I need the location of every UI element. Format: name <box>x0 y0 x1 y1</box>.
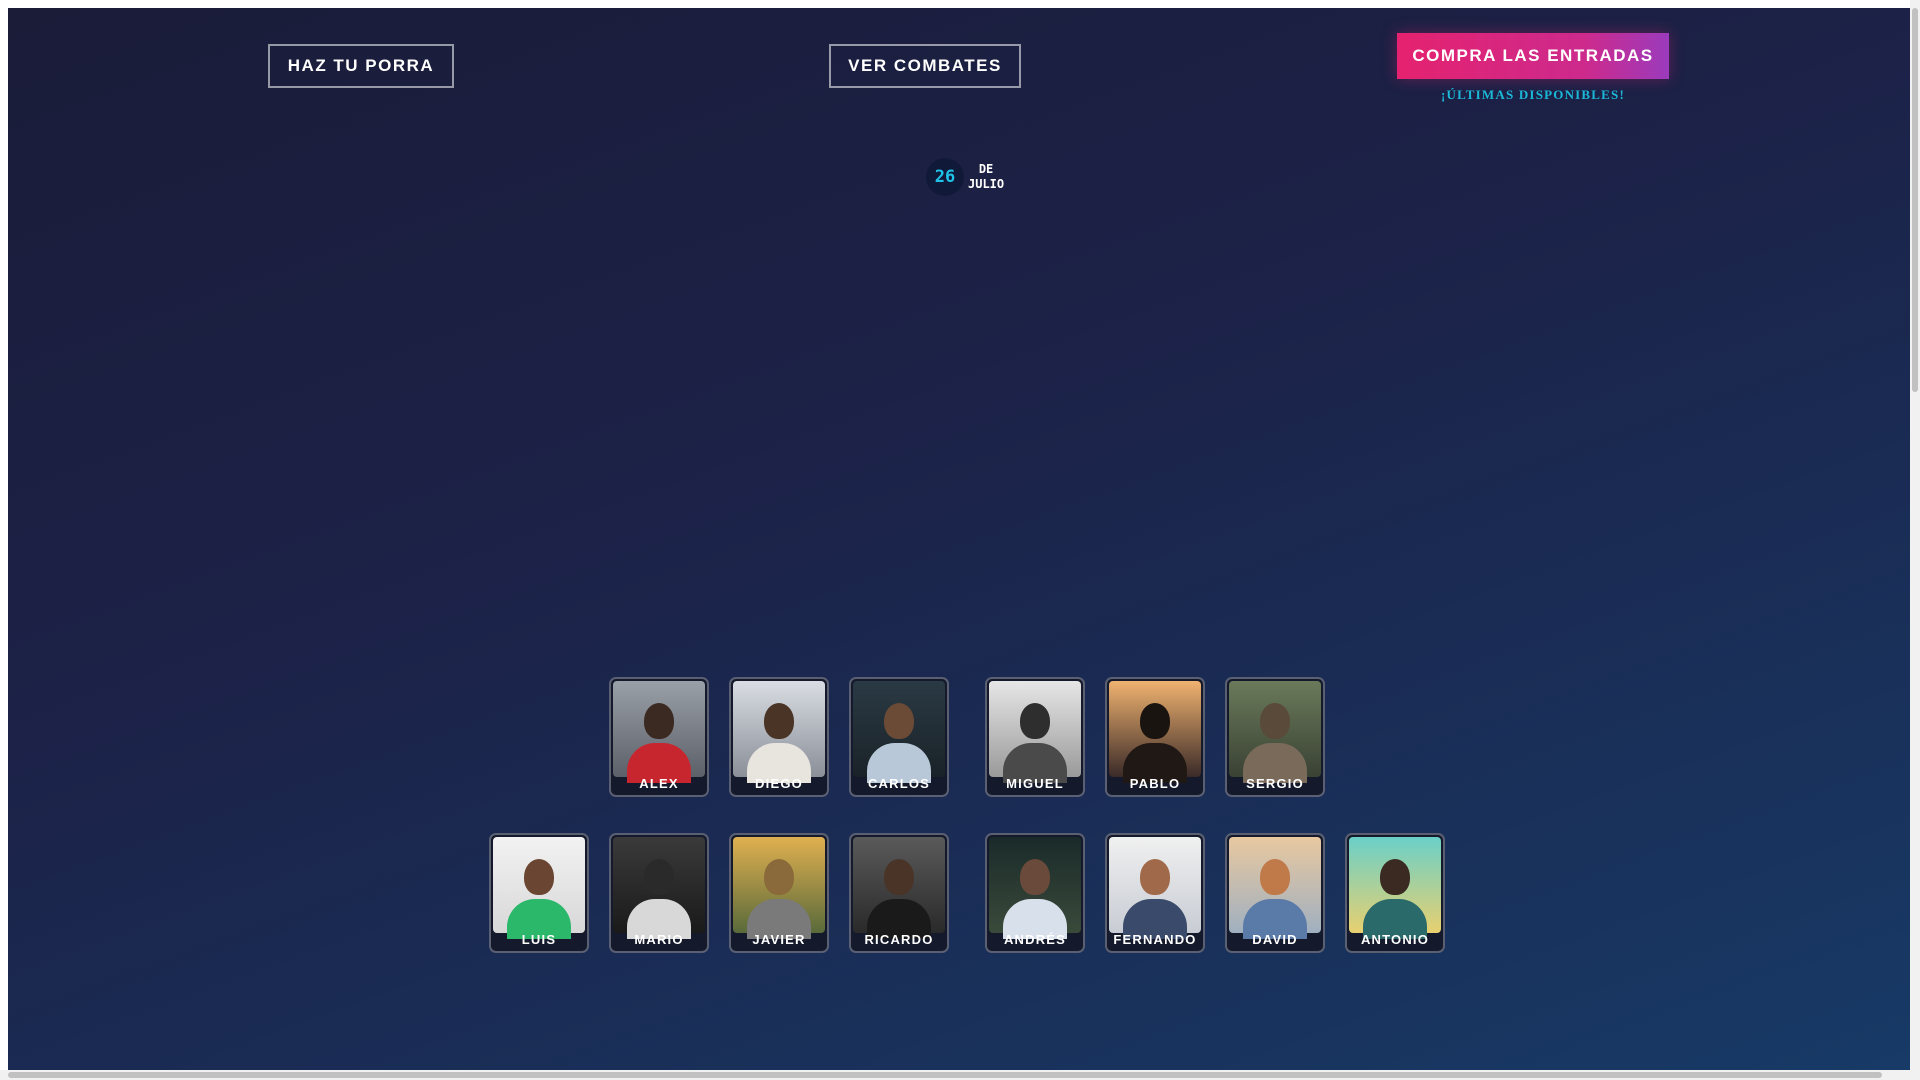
fighter-card[interactable]: ANDRÉS <box>985 833 1085 953</box>
hero-section: HAZ TU PORRA VER COMBATES COMPRA LAS ENT… <box>8 8 1910 1070</box>
fighter-card[interactable]: FERNANDO <box>1105 833 1205 953</box>
fighter-name: ANDRÉS <box>1003 932 1067 947</box>
fighter-card[interactable]: JAVIER <box>729 833 829 953</box>
fighter-photo <box>1109 837 1201 939</box>
fighter-name: DIEGO <box>755 776 803 791</box>
fighter-grid: ALEX DIEGO CARLOS MIGUEL PABLO SERGIO LUIS MARI… <box>8 8 1910 1070</box>
fighter-card[interactable]: DIEGO <box>729 677 829 797</box>
fighter-name: FERNANDO <box>1113 932 1197 947</box>
vertical-scrollbar[interactable] <box>1910 0 1920 1080</box>
fighter-card[interactable]: ANTONIO <box>1345 833 1445 953</box>
fighter-photo-head <box>1260 859 1290 895</box>
fighter-photo <box>613 837 705 939</box>
fighter-photo <box>1229 837 1321 939</box>
fighter-photo <box>1349 837 1441 939</box>
fighter-photo <box>613 681 705 783</box>
fighter-name: LUIS <box>521 932 557 947</box>
fighter-name: ANTONIO <box>1360 932 1430 947</box>
fighter-card[interactable]: SERGIO <box>1225 677 1325 797</box>
fighter-photo <box>1109 681 1201 783</box>
fighter-photo-head <box>884 703 914 739</box>
fighter-photo-head <box>764 703 794 739</box>
fighter-card[interactable]: ALEX <box>609 677 709 797</box>
fighter-photo <box>493 837 585 939</box>
fighter-photo-head <box>1020 859 1050 895</box>
fighter-name: PABLO <box>1129 776 1181 791</box>
fighter-photo-head <box>764 859 794 895</box>
fighter-name: DAVID <box>1252 932 1298 947</box>
fighter-name: ALEX <box>639 776 679 791</box>
fighter-card[interactable]: RICARDO <box>849 833 949 953</box>
fighter-photo-head <box>524 859 554 895</box>
vertical-scrollbar-thumb[interactable] <box>1912 8 1918 392</box>
fighter-card[interactable]: LUIS <box>489 833 589 953</box>
fighter-name: SERGIO <box>1246 776 1304 791</box>
fighter-card[interactable]: MIGUEL <box>985 677 1085 797</box>
fighter-photo-head <box>1380 859 1410 895</box>
fighter-photo-head <box>884 859 914 895</box>
fighter-photo <box>853 837 945 939</box>
fighter-photo <box>1229 681 1321 783</box>
fighter-card[interactable]: PABLO <box>1105 677 1205 797</box>
fighter-name: MIGUEL <box>1006 776 1064 791</box>
fighter-photo-head <box>1260 703 1290 739</box>
fighter-photo <box>853 681 945 783</box>
fighter-photo <box>989 681 1081 783</box>
fighter-card[interactable]: MARIO <box>609 833 709 953</box>
fighter-photo <box>989 837 1081 939</box>
fighter-photo-head <box>1140 703 1170 739</box>
fighter-name: RICARDO <box>864 932 934 947</box>
fighter-photo-head <box>1140 859 1170 895</box>
fighter-card[interactable]: CARLOS <box>849 677 949 797</box>
horizontal-scrollbar-thumb[interactable] <box>8 1072 1882 1078</box>
horizontal-scrollbar[interactable] <box>0 1070 1910 1080</box>
fighter-name: CARLOS <box>867 776 931 791</box>
fighter-name: JAVIER <box>752 932 806 947</box>
fighter-photo-head <box>644 703 674 739</box>
fighter-photo <box>733 837 825 939</box>
fighter-card[interactable]: DAVID <box>1225 833 1325 953</box>
fighter-name: MARIO <box>634 932 684 947</box>
fighter-photo-head <box>1020 703 1050 739</box>
fighter-photo <box>733 681 825 783</box>
fighter-photo-head <box>644 859 674 895</box>
